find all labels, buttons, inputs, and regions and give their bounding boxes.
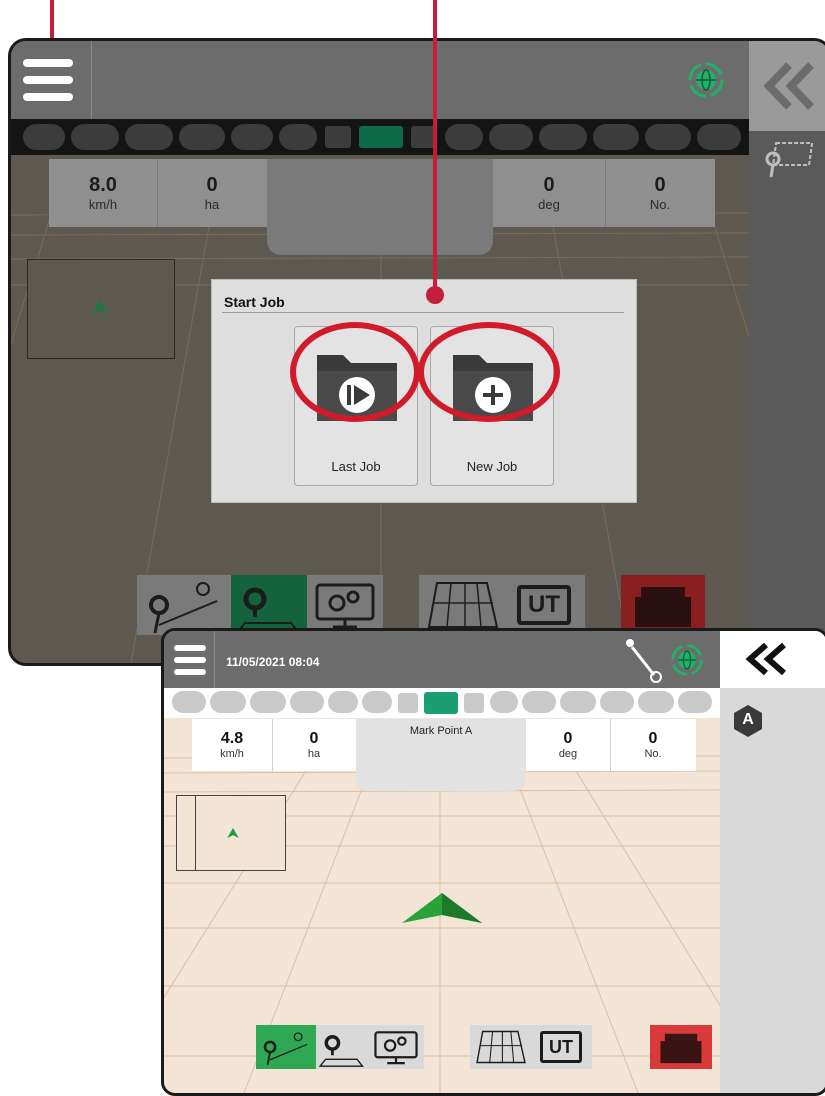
ab-line-icon[interactable] <box>624 637 666 683</box>
stats-panel-left[interactable]: 8.0 km/h 0 ha <box>49 159 267 227</box>
gears-monitor-icon <box>374 1031 418 1065</box>
area-value: 0 <box>206 174 218 196</box>
callout-line-startjob <box>433 0 437 295</box>
start-job-dialog: Start Job Last Job New Job <box>211 279 637 503</box>
product-control-button[interactable] <box>650 1025 712 1069</box>
marked-points-button[interactable] <box>231 575 307 635</box>
collapse-panel-button[interactable] <box>749 41 825 131</box>
stats-panel-right[interactable]: 0 deg 0 No. <box>526 719 696 771</box>
settings-button[interactable] <box>307 575 383 635</box>
dialog-title: Start Job <box>224 294 285 310</box>
double-chevron-left-icon <box>763 62 814 110</box>
coverage-map-button[interactable] <box>470 1025 532 1069</box>
guidance-path-icon <box>149 582 218 634</box>
stats-panel-right[interactable]: 0 deg 0 No. <box>493 159 715 227</box>
speed-unit: km/h <box>88 197 118 212</box>
double-chevron-left-icon <box>745 642 786 676</box>
mini-map[interactable] <box>27 259 175 359</box>
highlight-last-job <box>290 322 420 422</box>
mini-map[interactable] <box>176 795 286 871</box>
heading-unit: deg <box>558 748 578 760</box>
center-guidance-tab[interactable] <box>267 159 493 255</box>
ut-button[interactable]: UT <box>507 575 585 635</box>
vehicle-position-icon <box>402 893 482 923</box>
marker-home-icon <box>234 587 302 634</box>
screen-guidance: 11/05/2021 08:04 A 4.8 km/h 0 ha Mark Po… <box>161 628 825 1096</box>
vehicle-arrow-icon <box>227 828 239 838</box>
callout-dot-startjob <box>426 286 444 304</box>
divider <box>222 312 624 313</box>
right-panel <box>720 631 825 1093</box>
settings-button[interactable] <box>368 1025 424 1069</box>
ut-icon: UT <box>540 1031 582 1063</box>
ut-button[interactable]: UT <box>532 1025 592 1069</box>
gears-monitor-icon <box>315 583 375 629</box>
ut-icon: UT <box>517 585 571 625</box>
gnss-status-icon[interactable] <box>670 643 704 677</box>
product-stack-icon <box>660 1033 702 1064</box>
center-guidance-tab[interactable]: Mark Point A <box>356 719 526 791</box>
marker-home-icon <box>318 1035 364 1067</box>
screen-job-start: 8.0 km/h 0 ha 0 deg 0 No. Start Job Last… <box>8 38 825 666</box>
speed-unit: km/h <box>220 748 244 760</box>
marked-points-button[interactable] <box>316 1025 368 1069</box>
point-a-label: A <box>742 711 754 728</box>
guidance-mode-button[interactable] <box>137 575 231 635</box>
heading-value: 0 <box>543 174 555 196</box>
lightbar <box>164 688 720 718</box>
last-job-label: Last Job <box>331 459 381 474</box>
main-menu-button[interactable] <box>164 631 215 688</box>
field-boundary-icon[interactable] <box>759 137 819 187</box>
count-value: 0 <box>654 174 666 196</box>
main-menu-button[interactable] <box>11 41 92 119</box>
product-control-button[interactable] <box>621 575 705 635</box>
speed-value: 8.0 <box>89 174 117 196</box>
count-unit: No. <box>649 197 671 212</box>
right-panel <box>749 41 825 663</box>
datetime-label: 11/05/2021 08:04 <box>226 655 320 669</box>
gnss-status-icon[interactable] <box>687 61 725 99</box>
guidance-mode-button[interactable] <box>256 1025 316 1069</box>
stats-panel-left[interactable]: 4.8 km/h 0 ha <box>192 719 356 771</box>
coverage-grid-icon <box>427 582 499 628</box>
new-job-label: New Job <box>466 459 518 474</box>
highlight-new-job <box>418 322 560 422</box>
collapse-panel-button[interactable] <box>720 631 825 688</box>
area-unit: ha <box>307 748 321 760</box>
speed-value: 4.8 <box>220 730 244 747</box>
point-a-badge[interactable]: A <box>730 703 766 739</box>
product-stack-icon <box>635 587 691 627</box>
heading-unit: deg <box>538 197 560 212</box>
top-bar <box>11 41 749 119</box>
vehicle-arrow-icon <box>92 300 108 314</box>
area-value: 0 <box>309 730 319 747</box>
coverage-map-button[interactable] <box>419 575 507 635</box>
count-value: 0 <box>648 730 658 747</box>
count-unit: No. <box>644 748 662 760</box>
area-unit: ha <box>204 197 220 212</box>
mark-point-a-label: Mark Point A <box>409 725 473 737</box>
heading-value: 0 <box>563 730 573 747</box>
coverage-grid-icon <box>476 1030 526 1064</box>
lightbar <box>11 119 749 155</box>
guidance-path-icon <box>263 1032 308 1066</box>
